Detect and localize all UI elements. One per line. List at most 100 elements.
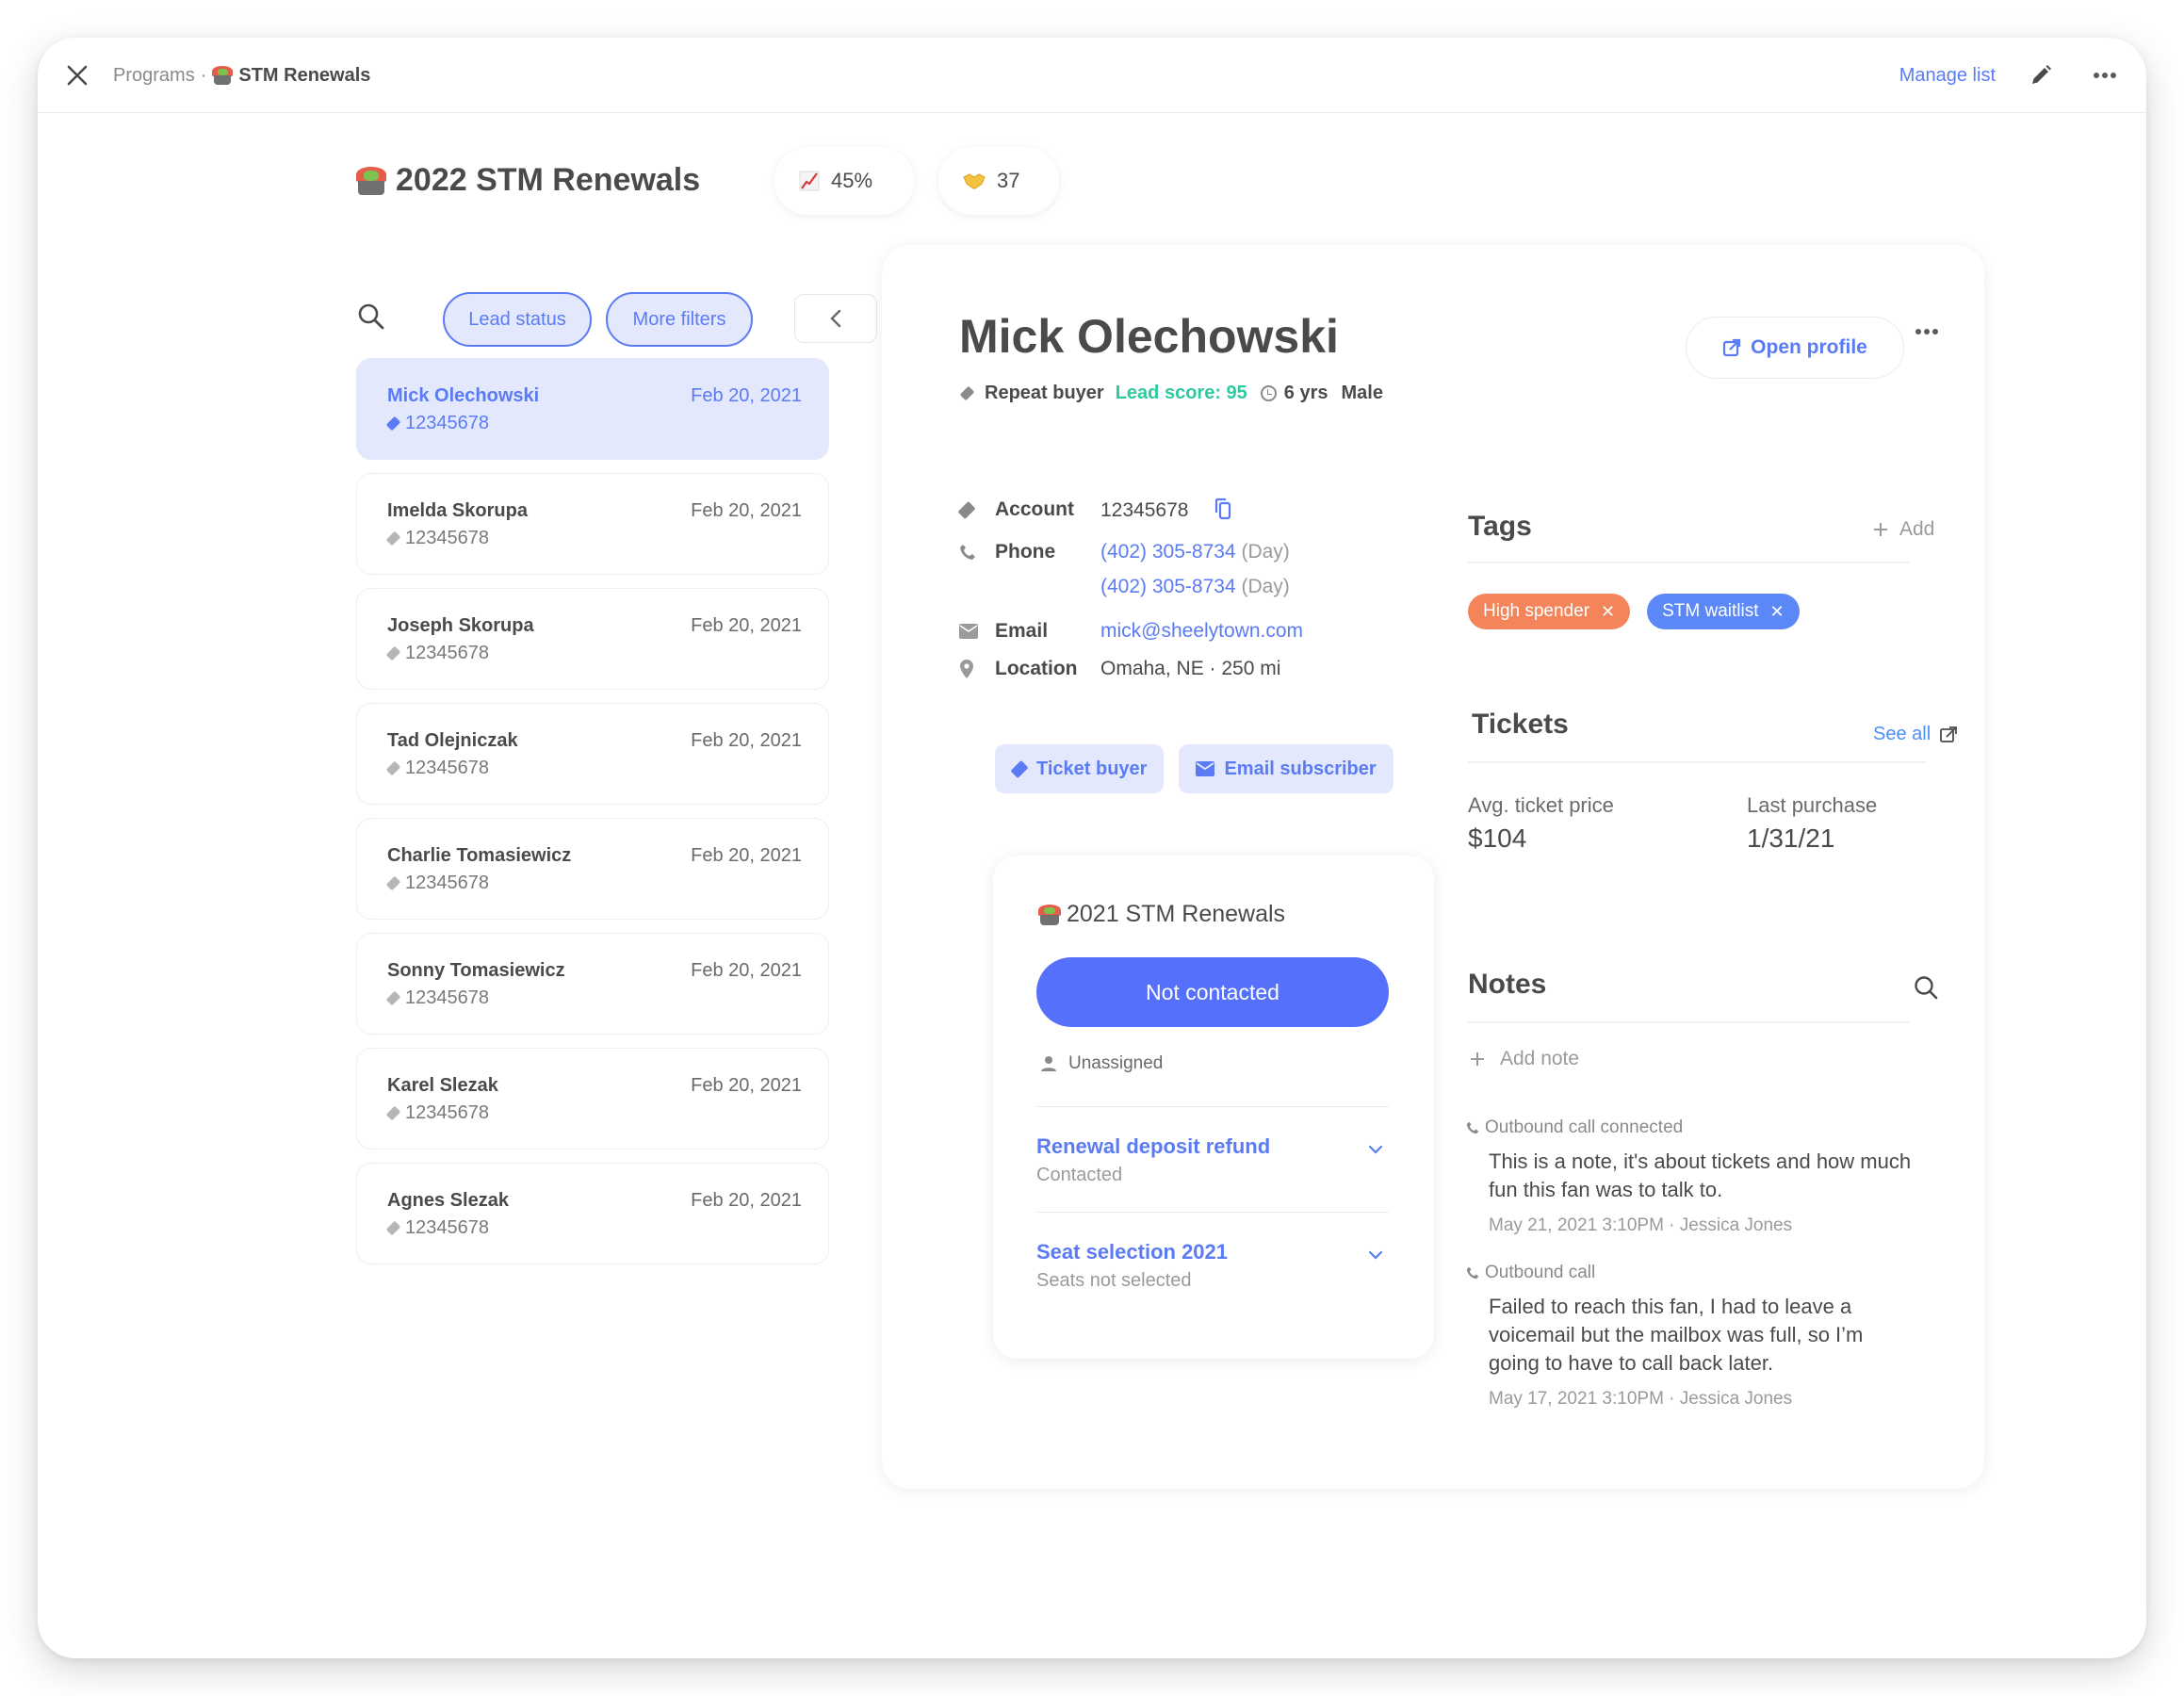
renewal-rate-value: 45% [831,169,873,192]
more-filters-button[interactable]: More filters [606,292,753,347]
task-item[interactable]: Seat selection 2021 Seats not selected [1036,1240,1389,1292]
task-title: Seat selection 2021 [1036,1240,1229,1264]
ticket-icon [959,385,975,401]
manage-list-link[interactable]: Manage list [1899,65,1996,87]
mail-icon [959,624,978,639]
phone-link[interactable]: (402) 305-8734 [1100,576,1236,597]
lead-account: 12345678 [385,758,800,779]
segment-chips: Ticket buyer Email subscriber [995,744,1394,793]
program-card-title: 2021 STM Renewals [1038,901,1285,928]
lead-detail-panel: Mick Olechowski Repeat buyer Lead score:… [882,245,1984,1489]
remove-tag-icon[interactable]: ✕ [1601,602,1615,622]
ticket-icon [957,500,976,519]
lead-list-item[interactable]: Agnes Slezak Feb 20, 2021 12345678 [356,1163,829,1264]
tag-stm-waitlist[interactable]: STM waitlist ✕ [1647,594,1800,629]
avg-ticket-price-value: $104 [1468,824,1527,853]
lead-account-number: 12345678 [405,1102,489,1123]
ticket-icon [385,530,401,546]
open-profile-button[interactable]: Open profile [1686,317,1904,379]
lead-list-item[interactable]: Imelda Skorupa Feb 20, 2021 12345678 [356,473,829,575]
divider [1036,1106,1389,1107]
phone-icon [1466,1266,1479,1280]
detail-more-button[interactable] [1913,320,1941,343]
copy-icon [1215,497,1231,520]
top-bar: Programs · STM Renewals Manage list [38,38,2146,113]
phone-icon [960,545,975,560]
copy-button[interactable] [1213,497,1231,527]
account-label: Account [995,498,1074,520]
lead-account: 12345678 [385,987,800,1009]
stadium-icon [1038,904,1061,925]
add-tag-button[interactable]: Add [1873,518,1934,541]
email-link[interactable]: mick@sheelytown.com [1100,620,1303,642]
lead-list-item[interactable]: Joseph Skorupa Feb 20, 2021 12345678 [356,588,829,690]
ticket-buyer-chip[interactable]: Ticket buyer [995,744,1165,793]
collapse-list-button[interactable] [794,294,877,343]
search-button[interactable] [356,302,386,332]
chip-label: Ticket buyer [1036,758,1148,779]
avg-ticket-price: Avg. ticket price $104 [1468,793,1614,854]
plus-icon [1874,523,1887,536]
lead-list-item[interactable]: Tad Olejniczak Feb 20, 2021 12345678 [356,703,829,805]
lead-account-number: 12345678 [405,1217,489,1238]
pencil-icon [2032,65,2051,84]
tag-high-spender[interactable]: High spender ✕ [1468,594,1631,629]
more-options-button[interactable] [2086,57,2124,94]
phone-label: Phone [995,541,1056,563]
lead-list-item[interactable]: Mick Olechowski Feb 20, 2021 12345678 [356,358,829,460]
deal-count-value: 37 [997,169,1020,192]
add-note-button[interactable]: Add note [1470,1048,1579,1070]
edit-button[interactable] [2022,57,2060,94]
assignee-selector[interactable]: Unassigned [1040,1053,1163,1074]
more-horizontal-icon [2094,73,2116,78]
close-button[interactable] [58,57,96,94]
ticket-icon [385,1220,401,1236]
note-type-label: Outbound call [1485,1263,1596,1282]
task-item[interactable]: Renewal deposit refund Contacted [1036,1134,1389,1186]
close-icon [67,65,88,86]
ticket-icon [385,645,401,661]
location-label: Location [995,658,1078,679]
breadcrumb-current: STM Renewals [238,64,371,86]
note-meta: May 17, 2021 3:10PM · Jessica Jones [1489,1389,1793,1409]
lead-date: Feb 20, 2021 [691,1190,802,1211]
lead-account-number: 12345678 [405,758,489,778]
person-name: Mick Olechowski [959,310,1339,363]
more-horizontal-icon [1915,329,1938,334]
lead-date: Feb 20, 2021 [691,1075,802,1096]
phone-type: (Day) [1241,541,1290,563]
phone-icon [1466,1121,1479,1134]
last-purchase-label: Last purchase [1747,793,1878,817]
breadcrumb-separator: · [200,64,207,86]
lead-list-item[interactable]: Karel Slezak Feb 20, 2021 12345678 [356,1048,829,1150]
lead-status-button[interactable]: Not contacted [1036,957,1389,1027]
program-status-card: 2021 STM Renewals Not contacted Unassign… [993,856,1434,1359]
handshake-icon [963,173,986,189]
location-row: Location Omaha, NE · 250 mi [959,657,1374,681]
phone-link[interactable]: (402) 305-8734 [1100,541,1236,563]
email-subscriber-chip[interactable]: Email subscriber [1179,744,1394,793]
ticket-icon [385,875,401,891]
lead-date: Feb 20, 2021 [691,500,802,521]
last-purchase-value: 1/31/21 [1747,824,1835,853]
email-label: Email [995,620,1049,642]
note-body: Failed to reach this fan, I had to leave… [1489,1295,1864,1375]
phone-row: Phone (402) 305-8734 (Day) (402) 305-873… [959,540,1374,610]
divider [1036,1212,1389,1213]
remove-tag-icon[interactable]: ✕ [1770,602,1785,622]
location-pin-icon [960,660,973,678]
lead-list-item[interactable]: Sonny Tomasiewicz Feb 20, 2021 12345678 [356,933,829,1035]
lead-account: 12345678 [385,1102,800,1124]
lead-date: Feb 20, 2021 [691,615,802,636]
account-row: Account 12345678 [957,497,1374,527]
task-title: Renewal deposit refund [1036,1134,1271,1158]
open-profile-label: Open profile [1751,336,1867,358]
breadcrumb-parent[interactable]: Programs [113,65,195,87]
lead-status-filter[interactable]: Lead status [443,292,592,347]
lead-list-item[interactable]: Charlie Tomasiewicz Feb 20, 2021 12345678 [356,818,829,920]
lead-account: 12345678 [385,643,800,664]
add-tag-label: Add [1899,518,1935,540]
lead-date: Feb 20, 2021 [691,385,802,406]
see-all-tickets-link[interactable]: See all [1873,724,1958,745]
search-notes-button[interactable] [1913,974,1941,1003]
